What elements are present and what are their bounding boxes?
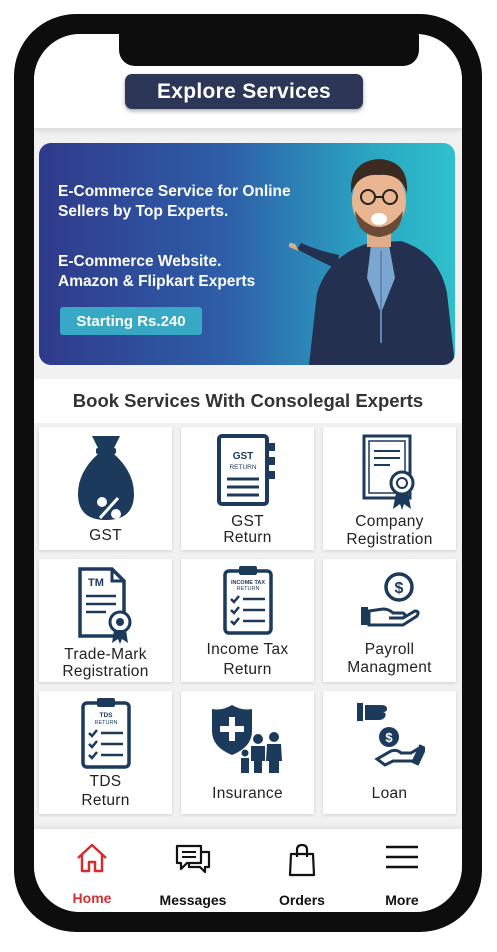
- shopping-bag-icon: [288, 843, 316, 877]
- bottom-navigation: Home Messages Orders More: [34, 829, 462, 912]
- hand-coin-icon: $: [360, 572, 420, 627]
- icon-text: RETURN: [94, 720, 117, 726]
- icon-text: TDS: [99, 712, 113, 719]
- loan-hand-icon: $: [356, 703, 425, 767]
- service-label: Loan: [371, 785, 408, 802]
- nav-label: More: [385, 892, 419, 908]
- starting-price-button[interactable]: Starting Rs.240: [60, 307, 202, 335]
- service-label: Income Tax: [206, 641, 289, 658]
- income-tax-clipboard-icon: INCOME TAX RETURN: [222, 566, 273, 635]
- nav-more[interactable]: More: [357, 829, 447, 912]
- svg-text:$: $: [394, 580, 403, 597]
- icon-text: RETURN: [236, 586, 259, 592]
- service-tile-gst-return[interactable]: GST RETURN GST Return: [181, 427, 314, 550]
- certificate-icon: [362, 434, 414, 510]
- section-heading: Book Services With Consolegal Experts: [34, 379, 462, 423]
- service-tile-tds-return[interactable]: TDS RETURN TDS Return: [39, 691, 172, 814]
- service-tile-payroll-management[interactable]: $ Payroll Managment: [323, 559, 456, 682]
- service-label: Company: [355, 513, 424, 530]
- service-tile-loan[interactable]: $ Loan: [323, 691, 456, 814]
- icon-text: GST: [232, 451, 253, 462]
- banner-text-line: Amazon & Flipkart Experts: [58, 273, 256, 290]
- nav-label: Home: [72, 890, 112, 906]
- page-title: Explore Services: [125, 74, 363, 109]
- service-tile-trademark-registration[interactable]: TM Trade-Mark Registration: [39, 559, 172, 682]
- service-label: Return: [81, 792, 130, 809]
- service-label: TDS: [89, 773, 122, 790]
- service-label: Payroll: [364, 641, 415, 658]
- service-label: Trade-Mark: [64, 646, 147, 663]
- service-label: Registration: [346, 531, 433, 548]
- icon-text: RETURN: [229, 464, 256, 471]
- banner-text-line: Sellers by Top Experts.: [58, 203, 229, 220]
- hamburger-menu-icon: [386, 845, 418, 869]
- promo-banner[interactable]: E-Commerce Service for Online Sellers by…: [39, 143, 455, 365]
- home-icon: [77, 843, 107, 873]
- svg-text:$: $: [385, 730, 393, 745]
- service-label: Managment: [347, 659, 432, 676]
- banner-text-line: E-Commerce Website.: [58, 253, 222, 270]
- service-label: Return: [223, 661, 272, 678]
- phone-frame: Explore Services E-Commerce Service for …: [14, 14, 482, 932]
- phone-notch: [119, 34, 419, 66]
- tds-clipboard-icon: TDS RETURN: [80, 698, 131, 769]
- service-label: GST: [231, 513, 264, 530]
- trademark-document-icon: TM: [77, 567, 131, 644]
- nav-messages[interactable]: Messages: [147, 829, 239, 912]
- service-label: Registration: [62, 663, 149, 680]
- service-label: Insurance: [212, 785, 283, 802]
- nav-orders[interactable]: Orders: [257, 829, 347, 912]
- service-tile-insurance[interactable]: Insurance: [181, 691, 314, 814]
- nav-home[interactable]: Home: [47, 829, 137, 912]
- messages-icon: [175, 844, 211, 874]
- service-label: GST: [89, 527, 122, 544]
- service-tile-gst[interactable]: GST: [39, 427, 172, 550]
- app-screen: Explore Services E-Commerce Service for …: [34, 34, 462, 912]
- shield-family-icon: [211, 705, 282, 773]
- service-tile-company-registration[interactable]: Company Registration: [323, 427, 456, 550]
- gst-return-document-icon: GST RETURN: [216, 434, 275, 506]
- nav-label: Orders: [279, 892, 325, 908]
- banner-text-line: E-Commerce Service for Online: [58, 183, 291, 200]
- nav-label: Messages: [159, 892, 227, 908]
- money-bag-percent-icon: [77, 436, 134, 520]
- service-tile-income-tax-return[interactable]: INCOME TAX RETURN Income Tax Return: [181, 559, 314, 682]
- pointing-man-image: [289, 159, 455, 365]
- icon-text: TM: [88, 577, 104, 589]
- service-label: Return: [223, 529, 272, 546]
